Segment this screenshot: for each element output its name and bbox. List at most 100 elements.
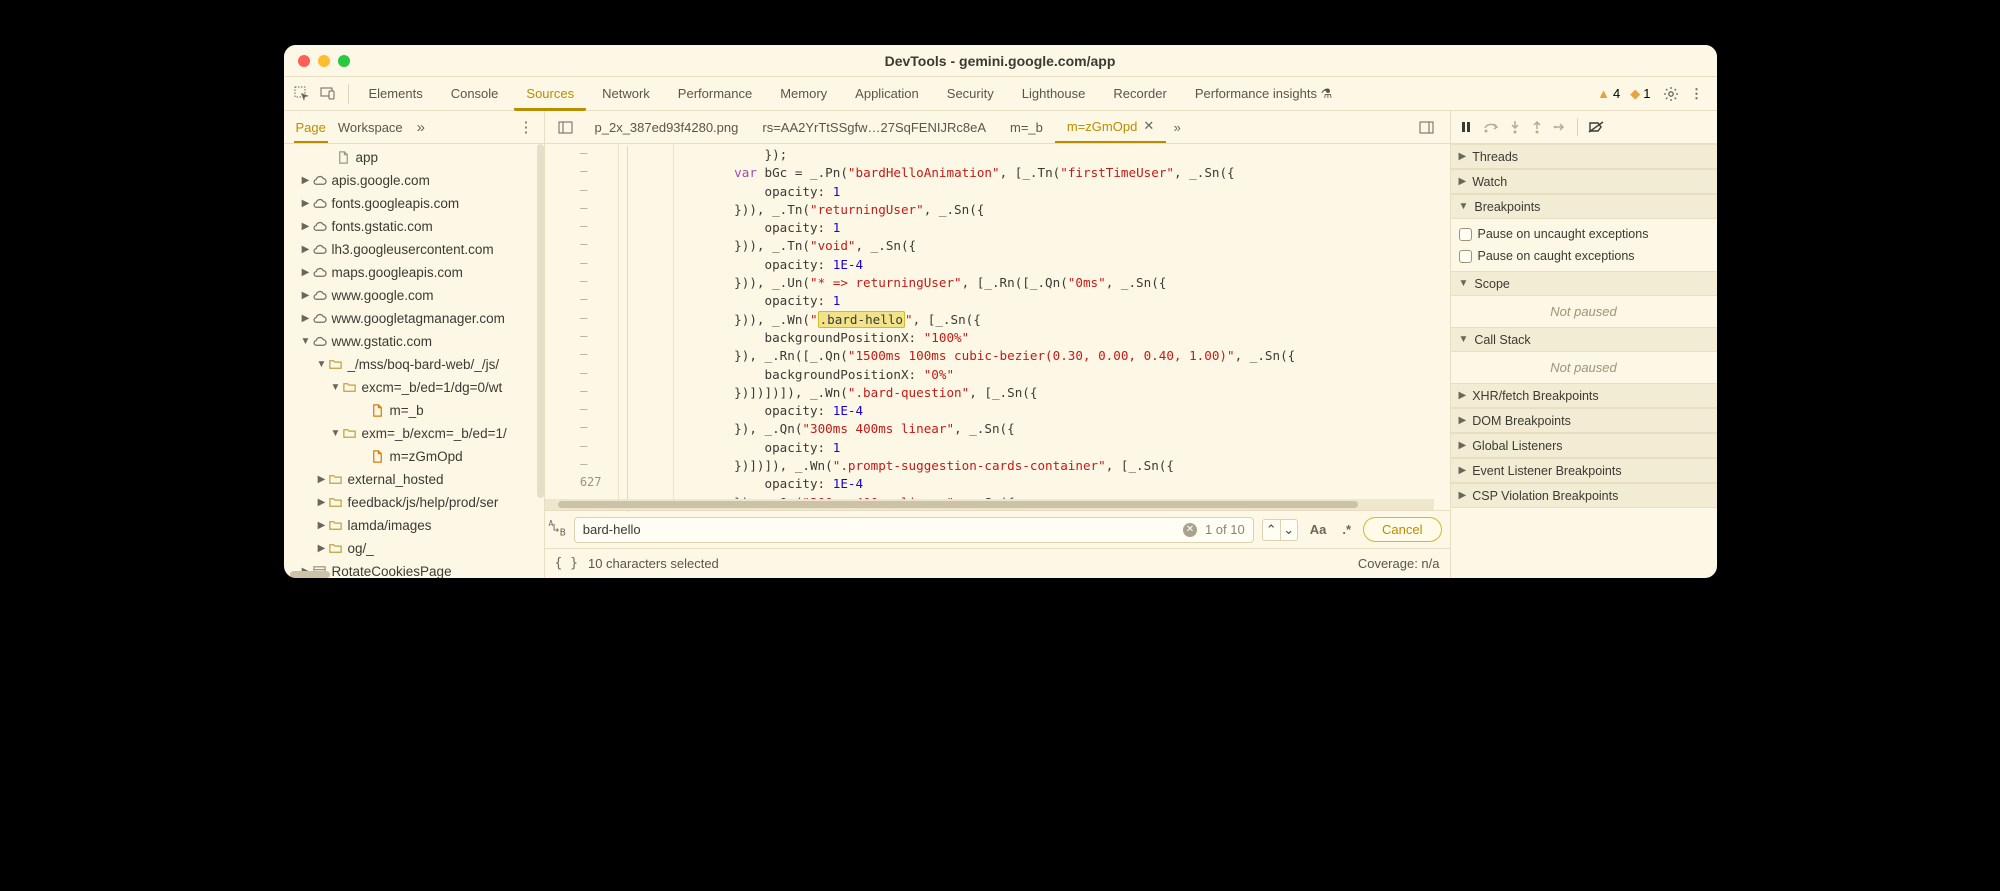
tab-network[interactable]: Network <box>590 80 662 107</box>
section-event[interactable]: ▶Event Listener Breakpoints <box>1451 458 1717 483</box>
tree-item[interactable]: ▼_/mss/boq-bard-web/_/js/ <box>284 353 544 376</box>
toggle-debugger-icon[interactable] <box>1416 111 1438 143</box>
navigator-h-scrollbar[interactable] <box>290 571 330 578</box>
inspect-icon[interactable] <box>292 84 312 104</box>
editor-tab-0[interactable]: p_2x_387ed93f4280.png <box>583 111 751 143</box>
navigator-more-icon[interactable]: » <box>413 119 429 136</box>
section-xhr[interactable]: ▶XHR/fetch Breakpoints <box>1451 383 1717 408</box>
tab-security[interactable]: Security <box>935 80 1006 107</box>
tree-item[interactable]: ▶og/_ <box>284 537 544 560</box>
editor-tabs-overflow-icon[interactable]: » <box>1166 111 1188 143</box>
minimize-window-button[interactable] <box>318 55 330 67</box>
regex-toggle[interactable]: .* <box>1338 522 1355 537</box>
step-over-icon[interactable] <box>1483 120 1499 134</box>
disclosure-icon: ▼ <box>330 382 342 393</box>
device-toolbar-icon[interactable] <box>318 84 338 104</box>
tree-item[interactable]: ▼www.gstatic.com <box>284 330 544 353</box>
navigator-scrollbar[interactable] <box>537 144 544 498</box>
navigator-tab-workspace[interactable]: Workspace <box>336 114 405 141</box>
search-next-button[interactable]: ⌄ <box>1280 519 1298 541</box>
disclosure-icon: ▼ <box>330 428 342 439</box>
step-into-icon[interactable] <box>1509 120 1521 134</box>
section-global[interactable]: ▶Global Listeners <box>1451 433 1717 458</box>
tree-item[interactable]: ▶lh3.googleusercontent.com <box>284 238 544 261</box>
cloud-icon <box>312 334 328 350</box>
deactivate-breakpoints-icon[interactable] <box>1588 120 1604 134</box>
tree-item-label: RotateCookiesPage <box>332 564 452 578</box>
section-dom[interactable]: ▶DOM Breakpoints <box>1451 408 1717 433</box>
editor-tab-2[interactable]: m=_b <box>998 111 1055 143</box>
tree-item[interactable]: ▼ excm=_b/ed=1/dg=0/wt <box>284 376 544 399</box>
tab-memory[interactable]: Memory <box>768 80 839 107</box>
section-watch[interactable]: ▶Watch <box>1451 169 1717 194</box>
navigator-tab-page[interactable]: Page <box>294 114 328 143</box>
step-icon[interactable] <box>1553 120 1567 134</box>
tab-lighthouse[interactable]: Lighthouse <box>1010 80 1098 107</box>
search-prev-button[interactable]: ⌃ <box>1262 519 1280 541</box>
section-breakpoints[interactable]: ▼Breakpoints <box>1451 194 1717 219</box>
tree-item[interactable]: ▼exm=_b/excm=_b/ed=1/ <box>284 422 544 445</box>
clear-search-icon[interactable]: ✕ <box>1183 523 1197 537</box>
pretty-print-icon[interactable]: { } <box>555 556 578 571</box>
tab-elements[interactable]: Elements <box>357 80 435 107</box>
maximize-window-button[interactable] <box>338 55 350 67</box>
folder-icon <box>342 426 358 442</box>
tree-item[interactable]: ▶external_hosted <box>284 468 544 491</box>
editor-h-scrollbar[interactable] <box>545 499 1434 510</box>
tree-item[interactable]: ▶fonts.googleapis.com <box>284 192 544 215</box>
toggle-replace-icon[interactable]: A↳B <box>553 521 566 538</box>
pause-uncaught-row[interactable]: Pause on uncaught exceptions <box>1459 223 1709 245</box>
tree-item-label: excm=_b/ed=1/dg=0/wt <box>362 380 503 395</box>
file-orange-icon <box>370 403 386 419</box>
disclosure-icon: ▶ <box>316 543 328 554</box>
tree-item[interactable]: m=zGmOpd <box>284 445 544 468</box>
code-editor[interactable]: ––––––––––––––––––627– }); var bGc = _.P… <box>545 144 1450 510</box>
tab-application[interactable]: Application <box>843 80 931 107</box>
issues-badge[interactable]: ◆1 <box>1630 86 1650 102</box>
checkbox-icon[interactable] <box>1459 228 1472 241</box>
checkbox-icon[interactable] <box>1459 250 1472 263</box>
cloud-icon <box>312 173 328 189</box>
tab-sources[interactable]: Sources <box>514 80 586 111</box>
tab-performance-insights[interactable]: Performance insights ⚗ <box>1183 80 1344 108</box>
tree-item-label: lh3.googleusercontent.com <box>332 242 494 257</box>
section-csp[interactable]: ▶CSP Violation Breakpoints <box>1451 483 1717 508</box>
tree-item[interactable]: ▶lamda/images <box>284 514 544 537</box>
folder-icon <box>342 380 358 396</box>
tree-item[interactable]: app <box>284 146 544 169</box>
editor-tab-3[interactable]: m=zGmOpd✕ <box>1055 111 1166 143</box>
step-out-icon[interactable] <box>1531 120 1543 134</box>
match-case-toggle[interactable]: Aa <box>1306 522 1331 537</box>
tab-console[interactable]: Console <box>439 80 511 107</box>
pause-icon[interactable] <box>1459 120 1473 134</box>
tab-performance[interactable]: Performance <box>666 80 764 107</box>
section-threads[interactable]: ▶Threads <box>1451 144 1717 169</box>
code-content[interactable]: }); var bGc = _.Pn("bardHelloAnimation",… <box>674 144 1450 510</box>
warnings-badge[interactable]: ▲4 <box>1597 86 1620 101</box>
editor-tab-1[interactable]: rs=AA2YrTtSSgfw…27SqFENIJRc8eA <box>750 111 998 143</box>
tree-item[interactable]: m=_b <box>284 399 544 422</box>
search-nav: ⌃ ⌄ <box>1262 519 1298 541</box>
section-scope[interactable]: ▼Scope <box>1451 271 1717 296</box>
tree-item[interactable]: ▶maps.googleapis.com <box>284 261 544 284</box>
settings-icon[interactable] <box>1661 84 1681 104</box>
tab-recorder[interactable]: Recorder <box>1101 80 1178 107</box>
tree-item[interactable]: ▶apis.google.com <box>284 169 544 192</box>
more-icon[interactable]: ⋮ <box>1687 84 1707 104</box>
tree-item[interactable]: ▶www.google.com <box>284 284 544 307</box>
close-window-button[interactable] <box>298 55 310 67</box>
disclosure-icon: ▶ <box>300 198 312 209</box>
section-callstack[interactable]: ▼Call Stack <box>1451 327 1717 352</box>
editor-tabs: p_2x_387ed93f4280.png rs=AA2YrTtSSgfw…27… <box>545 111 1450 144</box>
navigator-menu-icon[interactable]: ⋮ <box>519 118 534 136</box>
search-cancel-button[interactable]: Cancel <box>1363 517 1441 542</box>
tree-item[interactable]: ▶feedback/js/help/prod/ser <box>284 491 544 514</box>
callstack-body: Not paused <box>1451 352 1717 383</box>
tree-item[interactable]: ▶fonts.gstatic.com <box>284 215 544 238</box>
search-input[interactable] <box>583 522 1183 537</box>
pause-caught-row[interactable]: Pause on caught exceptions <box>1459 245 1709 267</box>
close-icon[interactable]: ✕ <box>1143 118 1154 134</box>
toggle-navigator-icon[interactable] <box>555 111 577 143</box>
folder-icon <box>328 472 344 488</box>
tree-item[interactable]: ▶www.googletagmanager.com <box>284 307 544 330</box>
